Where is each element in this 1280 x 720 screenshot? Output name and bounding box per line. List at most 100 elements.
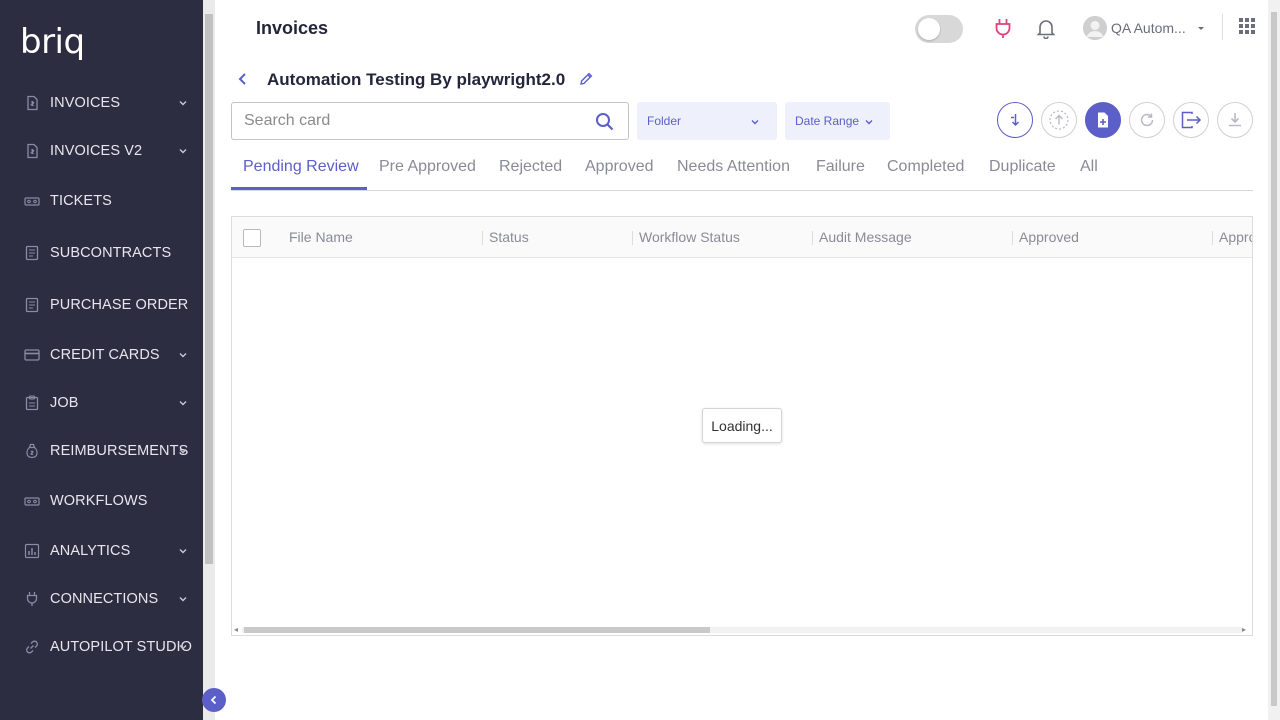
download-button[interactable] <box>1217 102 1253 138</box>
grid-horizontal-scrollbar[interactable]: ◂ ▸ <box>234 625 1250 635</box>
column-divider[interactable] <box>812 231 813 245</box>
scroll-right-arrow-icon[interactable]: ▸ <box>1242 625 1250 635</box>
search-input[interactable] <box>244 111 584 131</box>
tab-approved[interactable]: Approved <box>585 158 654 176</box>
upload-button[interactable] <box>1041 102 1077 138</box>
sidebar-item-tickets[interactable]: TICKETS <box>0 181 203 221</box>
scroll-left-arrow-icon[interactable]: ◂ <box>234 625 242 635</box>
page-scrollbar-thumb[interactable] <box>1271 12 1277 706</box>
folder-dropdown[interactable]: Folder <box>637 102 777 140</box>
column-header-status[interactable]: Status <box>489 229 529 245</box>
select-all-checkbox[interactable] <box>243 229 261 247</box>
plug-icon <box>26 592 38 606</box>
sidebar-item-label: TICKETS <box>50 193 112 209</box>
chevron-down-icon <box>751 120 759 125</box>
export-button[interactable] <box>1173 102 1209 138</box>
sidebar-item-label: CREDIT CARDS <box>50 347 160 363</box>
tab-failure[interactable]: Failure <box>816 158 865 176</box>
column-header-approved[interactable]: Approved <box>1019 229 1079 245</box>
loading-indicator: Loading... <box>702 408 782 443</box>
sidebar-item-connections[interactable]: CONNECTIONS <box>0 579 203 619</box>
sidebar-item-label: WORKFLOWS <box>50 493 148 509</box>
date-range-dropdown[interactable]: Date Range <box>785 102 890 140</box>
sidebar-item-invoices-v2[interactable]: INVOICES V2 <box>0 131 203 171</box>
column-divider[interactable] <box>1212 231 1213 245</box>
back-arrow-icon[interactable] <box>234 70 252 88</box>
subcontracts-icon <box>25 245 39 261</box>
search-box <box>231 102 629 140</box>
refresh-button[interactable] <box>1129 102 1165 138</box>
chevron-down-icon <box>179 101 187 106</box>
avatar <box>1083 16 1107 40</box>
tab-rejected[interactable]: Rejected <box>499 158 562 176</box>
column-header-approver[interactable]: Appro <box>1219 229 1252 245</box>
tab-pending-review[interactable]: Pending Review <box>243 158 359 176</box>
active-tab-indicator <box>231 187 367 190</box>
caret-down-icon <box>1197 27 1204 30</box>
sidebar-scrollbar[interactable] <box>203 0 215 720</box>
user-name: QA Autom... <box>1111 20 1186 36</box>
tab-duplicate[interactable]: Duplicate <box>989 158 1056 176</box>
apps-grid-icon[interactable] <box>1238 17 1256 35</box>
sidebar-item-reimbursements[interactable]: REIMBURSEMENTS <box>0 431 203 471</box>
chevron-down-icon <box>179 597 187 602</box>
tab-all[interactable]: All <box>1080 158 1098 176</box>
header-toggle[interactable] <box>915 15 963 43</box>
chevron-down-icon <box>179 149 187 154</box>
column-divider[interactable] <box>632 231 633 245</box>
money-bag-icon <box>26 443 38 459</box>
invoice-icon <box>27 143 38 159</box>
sidebar-item-subcontracts[interactable]: SUBCONTRACTS <box>0 233 203 273</box>
sort-button[interactable] <box>997 102 1033 138</box>
link-icon <box>26 640 38 654</box>
collapse-sidebar-button[interactable] <box>202 688 226 712</box>
sidebar-item-invoices[interactable]: INVOICES <box>0 83 203 123</box>
date-range-dropdown-label: Date Range <box>795 114 860 128</box>
add-document-icon <box>1098 112 1108 128</box>
page-heading: Invoices <box>256 18 329 38</box>
sidebar-item-label: INVOICES V2 <box>50 143 143 159</box>
user-icon <box>1083 16 1107 40</box>
sidebar-item-analytics[interactable]: ANALYTICS <box>0 531 203 571</box>
sidebar: briq INVOICES INVOICES V2 TICKETS SUBCON… <box>0 0 203 720</box>
briq-logo[interactable]: briq <box>20 22 85 62</box>
tab-completed[interactable]: Completed <box>887 158 964 176</box>
tab-pre-approved[interactable]: Pre Approved <box>379 158 476 176</box>
sidebar-item-label: SUBCONTRACTS <box>50 245 172 261</box>
column-divider[interactable] <box>1012 231 1013 245</box>
column-header-workflow-status[interactable]: Workflow Status <box>639 229 740 245</box>
column-header-file-name[interactable]: File Name <box>289 229 353 245</box>
sidebar-scrollbar-thumb[interactable] <box>205 14 213 564</box>
sort-icon <box>1011 114 1020 127</box>
invoice-icon <box>27 95 38 111</box>
tab-needs-attention[interactable]: Needs Attention <box>677 158 790 176</box>
sidebar-item-workflows[interactable]: WORKFLOWS <box>0 481 203 521</box>
add-document-button[interactable] <box>1085 102 1121 138</box>
chevron-down-icon <box>865 120 873 125</box>
sidebar-item-purchase-order[interactable]: PURCHASE ORDER <box>0 285 203 325</box>
status-tabs: Pending Review Pre Approved Rejected App… <box>231 152 1253 191</box>
page-scrollbar[interactable] <box>1268 0 1280 720</box>
purchase-order-icon <box>25 297 39 313</box>
sidebar-item-credit-cards[interactable]: CREDIT CARDS <box>0 335 203 375</box>
upload-circle-icon <box>1049 110 1069 130</box>
plug-icon[interactable] <box>992 17 1014 39</box>
grid-header: File Name Status Workflow Status Audit M… <box>232 217 1252 258</box>
sidebar-item-label: AUTOPILOT STUDIO <box>50 639 193 655</box>
column-header-audit-message[interactable]: Audit Message <box>819 229 912 245</box>
edit-pencil-icon[interactable] <box>578 71 594 87</box>
scrollbar-thumb[interactable] <box>244 627 710 633</box>
sidebar-item-label: ANALYTICS <box>50 543 131 559</box>
column-divider[interactable] <box>482 231 483 245</box>
sidebar-item-label: REIMBURSEMENTS <box>50 443 189 459</box>
download-icon <box>1229 113 1241 127</box>
sidebar-item-job[interactable]: JOB <box>0 383 203 423</box>
chevron-down-icon <box>179 645 187 650</box>
search-icon[interactable] <box>594 111 616 133</box>
sidebar-item-autopilot-studio[interactable]: AUTOPILOT STUDIO <box>0 627 203 667</box>
chevron-down-icon <box>179 401 187 406</box>
refresh-icon <box>1140 113 1154 127</box>
user-menu[interactable]: QA Autom... <box>1083 16 1207 40</box>
export-icon <box>1181 111 1202 129</box>
bell-icon[interactable] <box>1035 17 1057 39</box>
